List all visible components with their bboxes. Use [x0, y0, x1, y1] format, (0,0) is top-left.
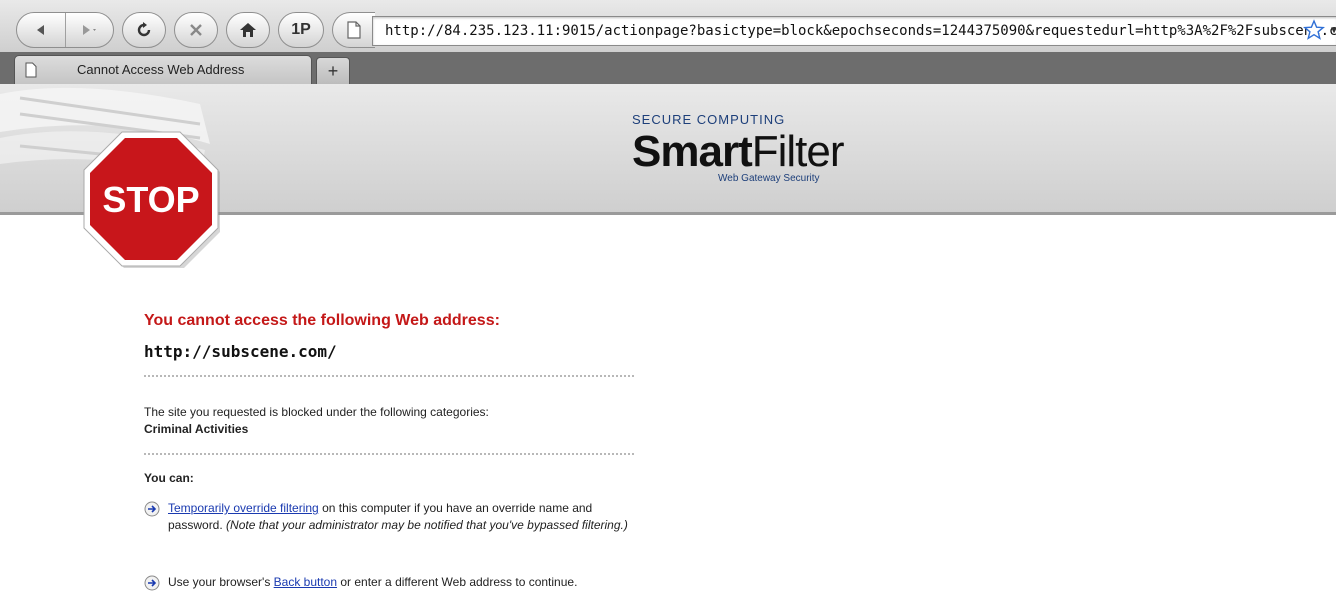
smartfilter-logo: SECURE COMPUTING SmartFilter Web Gateway…: [632, 112, 844, 184]
one-password-label: 1P: [291, 21, 311, 38]
stop-sign-icon: STOP: [83, 131, 220, 268]
home-icon: [240, 23, 256, 37]
new-tab-button[interactable]: +: [316, 57, 350, 84]
bookmark-star-icon: [1302, 19, 1326, 40]
forward-button[interactable]: [66, 13, 114, 47]
forward-icon: [83, 25, 97, 35]
logo-tagline: Web Gateway Security: [718, 173, 820, 184]
option-back: Use your browser's Back button or enter …: [144, 574, 644, 608]
option-back-prefix: Use your browser's: [168, 575, 274, 589]
logo-light-part: Filter: [751, 127, 845, 176]
page-favicon-icon: [25, 62, 37, 78]
stop-load-button[interactable]: [174, 12, 218, 48]
stop-load-icon: [190, 24, 202, 36]
address-dropdown-icon[interactable]: ▼: [1331, 17, 1336, 45]
page-menu-button[interactable]: [332, 12, 375, 48]
divider: [144, 375, 634, 377]
blocked-url: http://subscene.com/: [144, 342, 337, 361]
secure-computing-label: SECURE COMPUTING: [632, 112, 786, 127]
new-tab-icon: +: [327, 61, 339, 81]
override-filtering-link[interactable]: Temporarily override filtering: [168, 501, 319, 515]
address-bar-url[interactable]: http://84.235.123.11:9015/actionpage?bas…: [385, 17, 1336, 45]
arrow-circle-icon: [144, 575, 160, 591]
option-back-suffix: or enter a different Web address to cont…: [337, 575, 578, 589]
home-button[interactable]: [226, 12, 270, 48]
bookmark-star-button[interactable]: [1302, 19, 1326, 45]
option-override-text: Temporarily override filtering on this c…: [168, 500, 644, 534]
arrow-circle-icon: [144, 501, 160, 517]
stop-sign-text: STOP: [102, 179, 199, 220]
back-button[interactable]: [17, 13, 66, 47]
option-back-text: Use your browser's Back button or enter …: [168, 574, 644, 591]
logo-bold-part: Smart: [632, 127, 753, 176]
block-heading: You cannot access the following Web addr…: [144, 312, 500, 329]
back-icon: [36, 25, 44, 35]
option-override-note: (Note that your administrator may be not…: [226, 518, 628, 532]
tab-cannot-access[interactable]: Cannot Access Web Address: [14, 55, 312, 85]
reload-button[interactable]: [122, 12, 166, 48]
category-intro: The site you requested is blocked under …: [144, 405, 489, 419]
divider: [144, 453, 634, 455]
back-forward-group: [16, 12, 114, 48]
smartfilter-wordmark: SmartFilter: [632, 130, 844, 174]
option-override: Temporarily override filtering on this c…: [144, 500, 644, 552]
reload-icon: [137, 22, 151, 37]
tab-title: Cannot Access Web Address: [77, 62, 245, 77]
back-button-link[interactable]: Back button: [274, 575, 337, 589]
page-icon: [347, 21, 361, 39]
one-password-button[interactable]: 1P: [278, 12, 324, 48]
you-can-heading: You can:: [144, 471, 194, 485]
tab-strip: Cannot Access Web Address +: [0, 52, 1336, 85]
browser-toolbar: 1P http://84.235.123.11:9015/actionpage?…: [0, 0, 1336, 52]
address-bar[interactable]: http://84.235.123.11:9015/actionpage?bas…: [372, 16, 1336, 46]
blocked-category: Criminal Activities: [144, 422, 249, 436]
